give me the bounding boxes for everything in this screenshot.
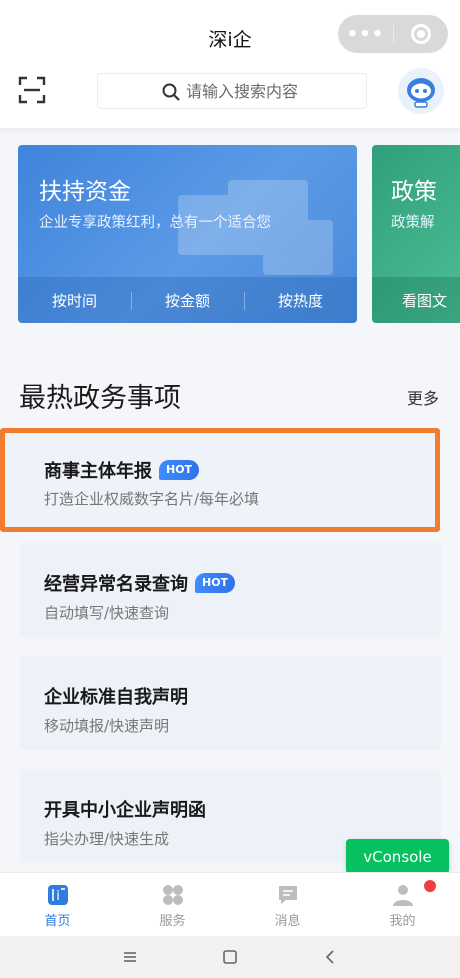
item-subtitle: 移动填报/快速声明 xyxy=(44,717,170,735)
search-bar[interactable] xyxy=(97,73,376,109)
person-icon xyxy=(392,885,413,906)
tab-label: 服务 xyxy=(159,914,186,929)
close-miniprogram-button[interactable] xyxy=(394,24,448,44)
list-item[interactable]: 商事主体年报 HOT 打造企业权威数字名片/每年必填 xyxy=(0,428,440,532)
section-title: 最热政务事项 xyxy=(19,383,181,414)
item-title: 开具中小企业声明函 xyxy=(44,800,206,821)
back-icon[interactable] xyxy=(322,949,338,965)
more-link[interactable]: 更多 xyxy=(407,385,439,409)
banner-title: 政策 xyxy=(391,179,437,205)
home-square-icon[interactable] xyxy=(222,949,238,965)
list-item[interactable]: 企业标准自我声明 移动填报/快速声明 xyxy=(20,656,441,750)
search-icon xyxy=(162,83,180,101)
notification-dot xyxy=(424,880,436,892)
tab-services[interactable]: 服务 xyxy=(115,873,230,936)
message-icon xyxy=(278,886,297,904)
sort-by-time-button[interactable]: 按时间 xyxy=(18,290,131,311)
funding-banner[interactable]: 扶持资金 企业专享政策红利，总有一个适合您 按时间 按金额 按热度 xyxy=(18,145,357,323)
banner-subtitle: 政策解 xyxy=(391,215,435,231)
miniprogram-capsule: ••• xyxy=(338,15,448,53)
policy-banner[interactable]: 政策 政策解 看图文 xyxy=(372,145,460,323)
banner-options: 看图文 xyxy=(372,277,460,323)
tab-label: 消息 xyxy=(274,914,301,929)
home-icon: i xyxy=(47,885,68,905)
banner-subtitle: 企业专享政策红利，总有一个适合您 xyxy=(39,215,271,231)
view-graphics-button[interactable]: 看图文 xyxy=(402,290,447,311)
tab-home[interactable]: i 首页 xyxy=(0,873,115,936)
scan-icon[interactable] xyxy=(18,76,46,104)
tab-bar: i 首页 服务 消息 我的 xyxy=(0,872,460,936)
item-title: 经营异常名录查询 xyxy=(44,574,188,595)
list-item[interactable]: 经营异常名录查询 HOT 自动填写/快速查询 xyxy=(20,543,441,637)
more-menu-button[interactable]: ••• xyxy=(338,24,393,45)
system-nav-bar xyxy=(0,936,460,978)
search-input[interactable] xyxy=(186,81,376,101)
hot-badge: HOT xyxy=(195,573,236,593)
vconsole-button[interactable]: vConsole xyxy=(346,839,449,874)
target-icon xyxy=(411,24,431,44)
robot-avatar-icon xyxy=(407,78,435,108)
sort-by-amount-button[interactable]: 按金额 xyxy=(131,290,244,311)
item-subtitle: 自动填写/快速查询 xyxy=(44,604,170,622)
sort-by-popularity-button[interactable]: 按热度 xyxy=(244,290,357,311)
item-subtitle: 指尖办理/快速生成 xyxy=(44,830,170,848)
tab-messages[interactable]: 消息 xyxy=(230,873,345,936)
avatar[interactable] xyxy=(398,68,444,114)
tab-label: 我的 xyxy=(389,914,416,929)
hot-badge: HOT xyxy=(159,460,200,480)
svg-text:i: i xyxy=(56,889,60,904)
banner-title: 扶持资金 xyxy=(39,179,131,205)
menu-icon[interactable] xyxy=(122,950,138,964)
tab-profile[interactable]: 我的 xyxy=(345,873,460,936)
tab-label: 首页 xyxy=(44,914,71,929)
banner-options: 按时间 按金额 按热度 xyxy=(18,277,357,323)
item-subtitle: 打造企业权威数字名片/每年必填 xyxy=(44,490,260,508)
item-title: 企业标准自我声明 xyxy=(44,687,188,708)
item-title: 商事主体年报 xyxy=(44,461,152,482)
top-bar: 深i企 ••• xyxy=(0,0,460,128)
grid-icon xyxy=(162,885,183,905)
